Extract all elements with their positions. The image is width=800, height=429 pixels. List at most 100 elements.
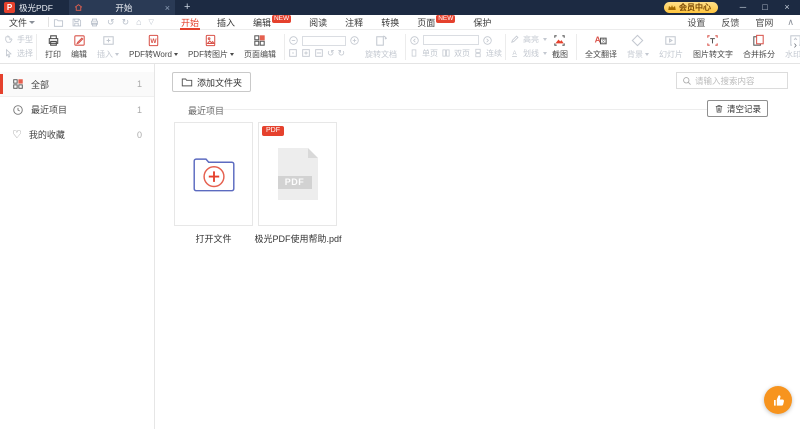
search-input[interactable]	[695, 75, 782, 86]
background-button: 背景	[622, 31, 654, 63]
close-button[interactable]: ×	[776, 0, 798, 15]
double-page-icon	[441, 48, 451, 58]
redo-icon[interactable]: ↻	[122, 17, 130, 27]
hand-tool-label: 手型	[17, 35, 33, 44]
open-file-card[interactable]	[174, 122, 253, 226]
recent-section-title: 最近项目	[188, 106, 225, 116]
print-label: 打印	[45, 50, 61, 59]
tab-protect[interactable]: 保护	[464, 15, 500, 30]
pdf-to-word-button[interactable]: W PDF转Word	[124, 31, 183, 63]
rotate-right-icon: ↻	[337, 47, 346, 58]
continuous-icon	[473, 48, 483, 58]
image-to-text-button[interactable]: 图片转文字	[688, 31, 738, 63]
fit-page-icon	[301, 48, 311, 58]
pdf-to-word-label: PDF转Word	[129, 50, 172, 59]
tab-close-icon[interactable]: ×	[165, 3, 170, 13]
save-icon[interactable]	[71, 17, 82, 28]
page-navigation-group: 单页 双页 连续	[409, 31, 502, 63]
pdf-to-word-icon: W	[146, 33, 161, 48]
minimize-button[interactable]: ─	[732, 0, 754, 15]
toolbar-scroll-right-icon[interactable]: ›	[791, 40, 799, 51]
chevron-down-icon	[29, 20, 36, 24]
feedback-button[interactable]: 反馈	[713, 16, 747, 29]
document-tab-label: 开始	[115, 2, 133, 13]
tab-home[interactable]: 开始	[172, 15, 208, 30]
clear-records-button[interactable]: 清空记录	[706, 100, 768, 117]
document-tab[interactable]: 开始 ×	[69, 0, 176, 15]
pdf-to-image-label: PDF转图片	[187, 50, 228, 59]
quick-more-icon[interactable]: ▽	[149, 18, 154, 27]
file-menu-label: 文件	[9, 17, 28, 28]
divider	[404, 33, 406, 60]
sidebar-item-all[interactable]: 全部 1	[0, 72, 154, 97]
merge-split-button[interactable]: 合并拆分	[738, 31, 780, 63]
settings-button[interactable]: 设置	[679, 16, 713, 29]
image-to-text-icon	[705, 33, 720, 48]
actual-size-icon	[288, 48, 298, 58]
sidebar-item-favorites[interactable]: ♡ 我的收藏 0	[0, 122, 154, 147]
rotate-document-label: 旋转文档	[364, 50, 397, 59]
pdf-to-image-button[interactable]: PDF转图片	[183, 31, 239, 63]
cursor-icon	[3, 48, 14, 59]
print-button[interactable]: 打印	[40, 31, 66, 63]
home-quick-icon[interactable]: ⌂	[136, 17, 141, 27]
tab-edit[interactable]: 编辑 NEW	[244, 15, 300, 30]
printer-icon	[46, 33, 61, 48]
ribbon-tabs: 开始 插入 编辑 NEW 阅读 注释 转换 页面 NEW 保护	[172, 15, 500, 30]
new-tab-button[interactable]: +	[184, 2, 190, 13]
tool-group-pointer: 手型 选择	[3, 31, 33, 63]
translate-letter-a: A	[595, 34, 601, 44]
sidebar-item-all-count: 1	[136, 79, 142, 89]
translate-icon: A文	[593, 33, 608, 48]
clear-records-label: 清空记录	[726, 103, 761, 114]
tab-page[interactable]: 页面 NEW	[408, 15, 464, 30]
sidebar-item-recent-label: 最近项目	[31, 105, 68, 115]
pdf-type-badge: PDF	[262, 126, 284, 136]
translate-button[interactable]: A文 全文翻译	[580, 31, 622, 63]
underline-icon: A	[509, 48, 520, 59]
undo-icon[interactable]: ↺	[107, 17, 115, 27]
tab-read[interactable]: 阅读	[300, 15, 336, 30]
main-content: 添加文件夹 最近项目 清空记录 打开文	[155, 64, 800, 429]
recent-pdf-card[interactable]: PDF PDF	[258, 122, 337, 226]
add-folder-button[interactable]: 添加文件夹	[172, 72, 252, 92]
annotation-group: 高亮 A 划线	[509, 31, 547, 63]
tab-convert[interactable]: 转换	[372, 15, 408, 30]
screenshot-button[interactable]: 截图	[547, 31, 573, 63]
divider	[575, 33, 577, 60]
tab-insert[interactable]: 插入	[208, 15, 244, 30]
titlebar: P 极光PDF 开始 × + 会员中心 ─ □ ×	[0, 0, 800, 15]
sidebar: 全部 1 最近项目 1 ♡ 我的收藏 0	[0, 64, 155, 429]
edit-button[interactable]: 编辑	[66, 31, 92, 63]
website-button[interactable]: 官网	[747, 16, 781, 29]
thumbs-up-icon	[771, 393, 786, 408]
image-to-text-label: 图片转文字	[692, 50, 733, 59]
highlight-pen-icon	[509, 34, 520, 45]
underline-letter: A	[512, 50, 517, 57]
feedback-fab-button[interactable]	[764, 386, 792, 414]
collapse-ribbon-icon[interactable]: ∧	[781, 17, 800, 28]
trash-icon	[714, 103, 724, 114]
page-edit-icon	[252, 33, 267, 48]
slideshow-icon	[663, 33, 678, 48]
heart-icon: ♡	[12, 129, 22, 141]
hand-tool-button: 手型	[3, 34, 33, 45]
rotate-left-icon: ↺	[326, 47, 335, 58]
rotate-document-icon	[373, 33, 388, 48]
double-page-button: 双页	[441, 48, 470, 59]
print-icon[interactable]	[89, 17, 100, 28]
tab-annotate[interactable]: 注释	[336, 15, 372, 30]
insert-button: 插入	[92, 31, 124, 63]
open-folder-icon[interactable]	[53, 17, 64, 28]
chevron-down-icon	[173, 53, 178, 56]
toolbar: 手型 选择 打印 编辑 插入 W PDF转Word PDF转图片 页面编辑 ↺ …	[0, 30, 800, 64]
pdf-to-image-icon	[203, 33, 218, 48]
member-center-button[interactable]: 会员中心	[664, 2, 718, 13]
file-menu[interactable]: 文件	[0, 16, 44, 29]
slideshow-button: 幻灯片	[654, 31, 688, 63]
maximize-button[interactable]: □	[754, 0, 776, 15]
sidebar-item-recent[interactable]: 最近项目 1	[0, 97, 154, 122]
search-box[interactable]	[676, 72, 788, 89]
menubar: 文件 ↺ ↻ ⌂ ▽ 开始 插入 编辑 NEW 阅读 注释 转换 页面 NEW 保护…	[0, 15, 800, 30]
page-edit-button[interactable]: 页面编辑	[239, 31, 281, 63]
